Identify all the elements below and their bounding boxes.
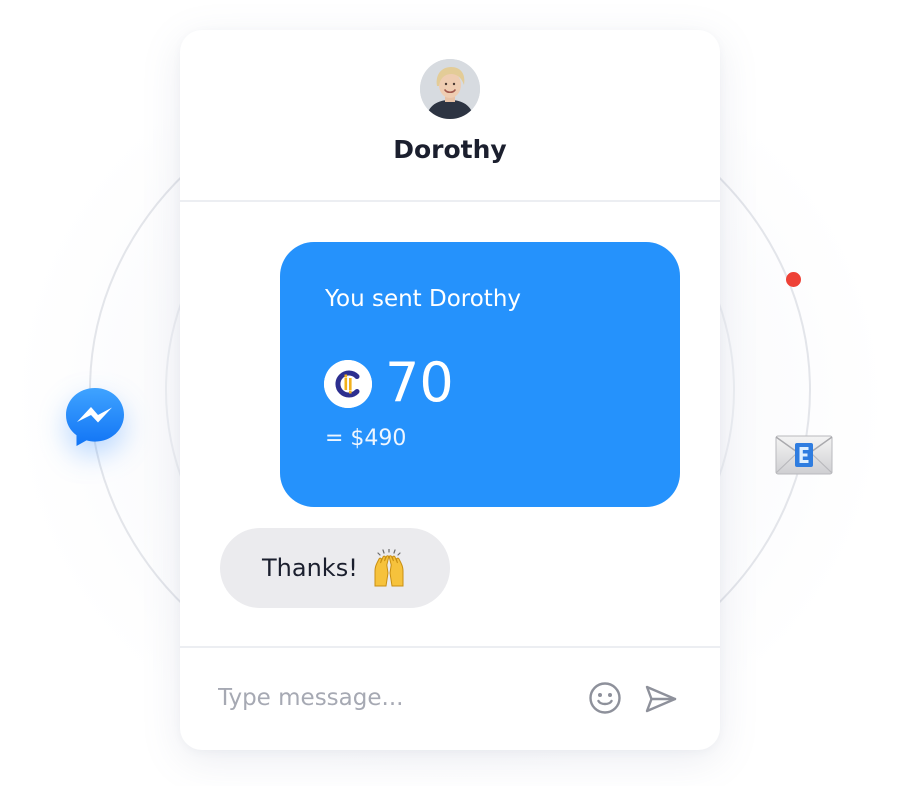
header-divider bbox=[180, 200, 720, 202]
avatar[interactable] bbox=[420, 59, 480, 119]
sent-payment-bubble: You sent Dorothy 70 = $490 bbox=[280, 242, 680, 507]
raising-hands-icon bbox=[370, 548, 408, 587]
smiley-face-icon[interactable] bbox=[588, 681, 622, 715]
chat-card: Dorothy You sent Dorothy 70 = $490 Thank… bbox=[180, 30, 720, 750]
coin-icon bbox=[324, 360, 372, 408]
envelope-e-icon[interactable] bbox=[775, 435, 833, 475]
send-icon[interactable] bbox=[644, 682, 678, 716]
footer-divider bbox=[180, 646, 720, 648]
payment-amount: 70 bbox=[385, 351, 454, 414]
contact-name: Dorothy bbox=[393, 135, 507, 164]
messenger-icon[interactable] bbox=[63, 384, 127, 448]
received-message-bubble: Thanks! bbox=[220, 528, 450, 608]
payment-fiat-value: = $490 bbox=[325, 426, 407, 451]
message-input[interactable] bbox=[218, 678, 558, 718]
received-message-text: Thanks! bbox=[262, 554, 358, 582]
stage: Dorothy You sent Dorothy 70 = $490 Thank… bbox=[0, 0, 900, 786]
notification-dot bbox=[786, 272, 801, 287]
sent-payment-title: You sent Dorothy bbox=[325, 286, 522, 312]
